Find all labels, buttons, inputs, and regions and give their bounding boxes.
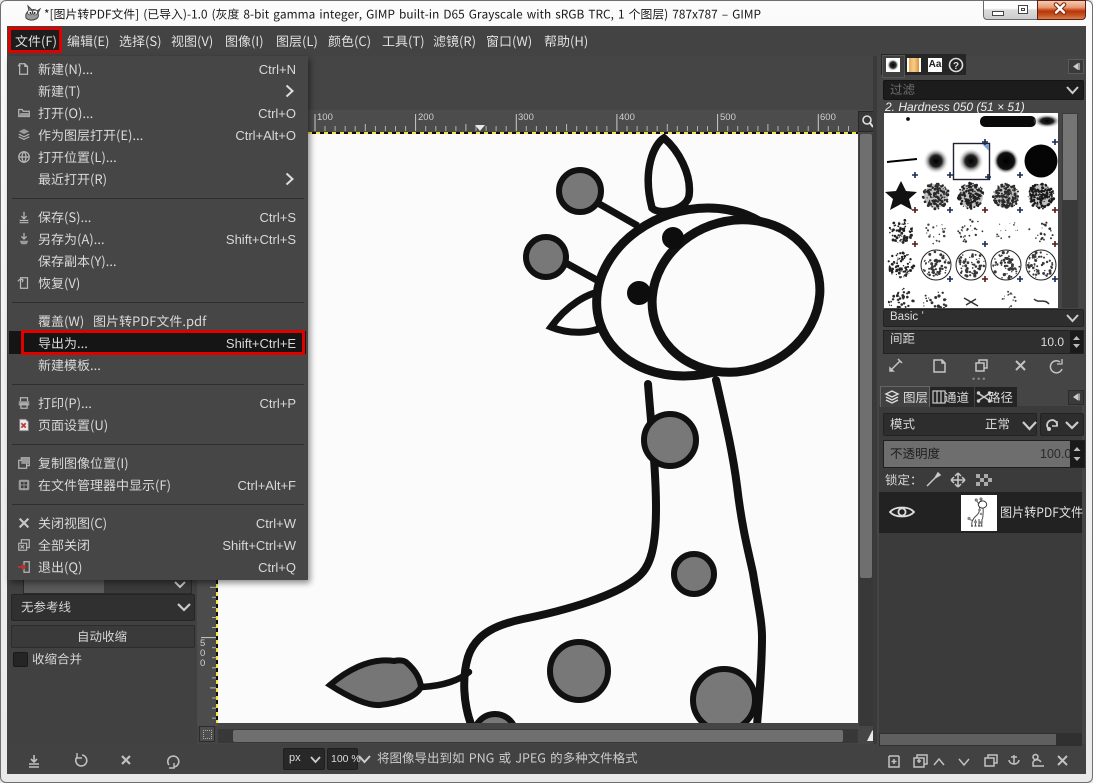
svg-text:?: ? <box>953 61 959 72</box>
